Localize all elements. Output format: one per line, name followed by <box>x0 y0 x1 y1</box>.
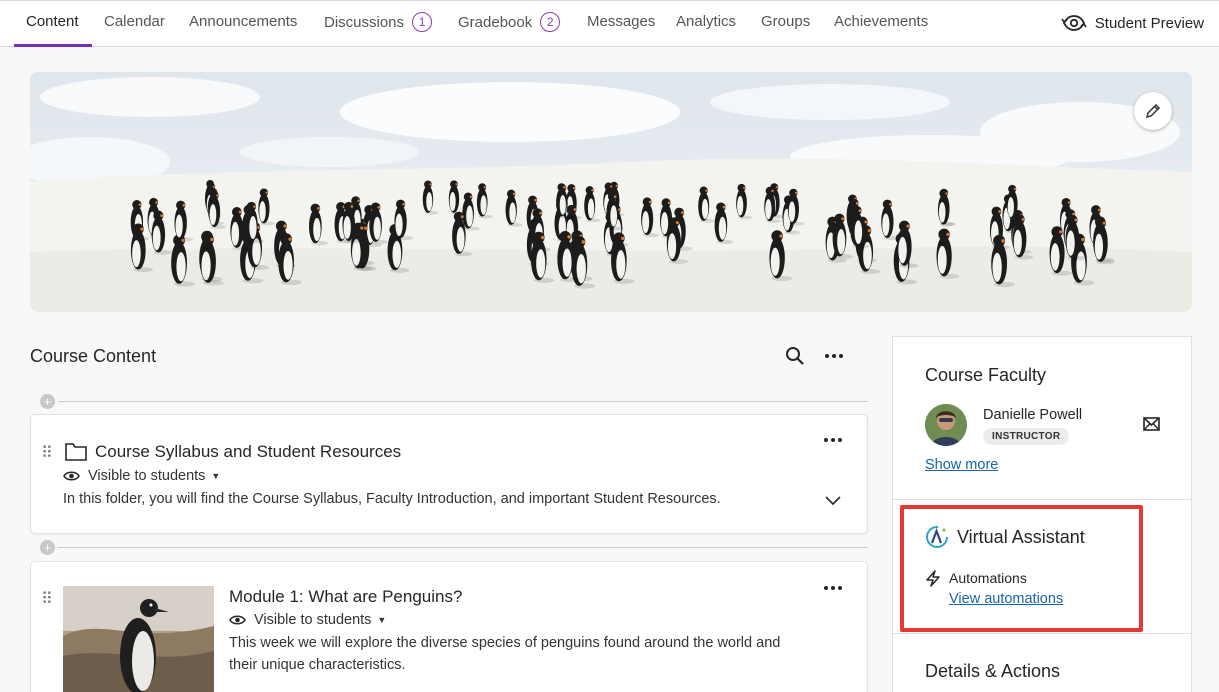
module-thumbnail-image <box>63 586 214 692</box>
search-content-button[interactable] <box>785 346 805 371</box>
item-more-button[interactable] <box>823 433 843 452</box>
drag-handle-icon[interactable]: ⠿ <box>41 443 53 463</box>
tab-analytics[interactable]: Analytics <box>676 13 736 30</box>
tab-achievements[interactable]: Achievements <box>834 13 928 30</box>
tab-label: Content <box>26 13 79 30</box>
tab-messages[interactable]: Messages <box>587 13 655 30</box>
penguin-colony-illustration <box>30 72 1192 312</box>
penguin-thumbnail <box>63 586 214 692</box>
more-horizontal-icon <box>824 586 842 590</box>
content-item-title[interactable]: Module 1: What are Penguins? <box>229 587 462 607</box>
add-content-button[interactable]: + <box>40 540 55 555</box>
show-more-link[interactable]: Show more <box>925 457 998 473</box>
details-actions-heading: Details & Actions <box>925 661 1061 681</box>
lightning-icon <box>926 570 940 587</box>
tab-label: Achievements <box>834 13 929 30</box>
tab-announcements[interactable]: Announcements <box>189 13 297 30</box>
visibility-label: Visible to students <box>254 612 372 628</box>
caret-down-icon: ▼ <box>211 471 221 481</box>
avatar <box>925 404 967 446</box>
virtual-assistant-heading: Virtual Assistant <box>957 527 1085 547</box>
content-item-module: ⠿ Module 1: What are Penguins? Visible t… <box>30 561 868 692</box>
gradebook-count-badge: 2 <box>540 12 561 32</box>
add-content-divider: + <box>40 394 868 409</box>
tab-discussions[interactable]: Discussions 1 <box>324 12 433 32</box>
eye-icon <box>63 471 80 481</box>
tab-label: Messages <box>587 13 656 30</box>
chevron-down-icon <box>825 496 841 506</box>
item-more-button[interactable] <box>823 581 843 600</box>
eye-refresh-icon <box>1061 15 1087 31</box>
active-tab-indicator <box>14 44 92 47</box>
tab-content[interactable]: Content <box>26 13 79 30</box>
divider-line <box>58 547 868 548</box>
visibility-dropdown[interactable]: Visible to students ▼ <box>63 468 220 484</box>
visibility-dropdown[interactable]: Visible to students ▼ <box>229 612 386 628</box>
tab-calendar[interactable]: Calendar <box>104 13 165 30</box>
caret-down-icon: ▼ <box>377 615 387 625</box>
add-content-divider: + <box>40 540 868 555</box>
visibility-label: Visible to students <box>88 468 206 484</box>
content-item-description: In this folder, you will find the Course… <box>63 491 721 507</box>
automations-label: Automations <box>949 570 1027 586</box>
role-badge: INSTRUCTOR <box>983 428 1070 445</box>
folder-icon <box>65 443 87 461</box>
course-banner-image <box>30 72 1192 312</box>
content-item-title[interactable]: Course Syllabus and Student Resources <box>95 442 401 462</box>
divider <box>893 499 1191 500</box>
drag-handle-icon[interactable]: ⠿ <box>41 589 53 609</box>
tab-label: Analytics <box>676 13 737 30</box>
tab-label: Gradebook <box>458 13 533 31</box>
description-line: This week we will explore the diverse sp… <box>229 635 781 651</box>
expand-button[interactable] <box>824 494 842 512</box>
content-item-description: This week we will explore the diverse sp… <box>229 632 780 676</box>
eye-icon <box>229 615 246 625</box>
pencil-icon <box>1145 103 1161 119</box>
edit-banner-button[interactable] <box>1134 92 1172 130</box>
faculty-name[interactable]: Danielle Powell <box>983 407 1082 423</box>
content-item-folder: ⠿ Course Syllabus and Student Resources … <box>30 414 868 534</box>
course-faculty-heading: Course Faculty <box>925 365 1047 385</box>
description-line: their unique characteristics. <box>229 657 406 673</box>
tab-label: Discussions <box>324 13 405 31</box>
tab-gradebook[interactable]: Gradebook 2 <box>458 12 561 32</box>
tab-label: Groups <box>761 13 811 30</box>
envelope-icon <box>1143 417 1160 431</box>
tab-label: Announcements <box>189 13 298 30</box>
tab-groups[interactable]: Groups <box>761 13 810 30</box>
add-content-button[interactable]: + <box>40 394 55 409</box>
divider <box>893 633 1191 634</box>
search-icon <box>786 347 804 365</box>
view-automations-link[interactable]: View automations <box>949 591 1063 607</box>
course-content-more-button[interactable] <box>823 346 845 371</box>
more-horizontal-icon <box>824 438 842 442</box>
course-nav-bar: Content Calendar Announcements Discussio… <box>0 0 1219 47</box>
more-horizontal-icon <box>825 354 843 358</box>
tab-label: Calendar <box>104 13 165 30</box>
student-preview-button[interactable]: Student Preview <box>1061 13 1204 33</box>
virtual-assistant-icon <box>926 526 948 548</box>
course-details-panel: Course Faculty Danielle Powell INSTRUCTO… <box>892 336 1192 692</box>
student-preview-label: Student Preview <box>1094 14 1204 32</box>
course-content-heading: Course Content <box>30 346 157 366</box>
divider-line <box>58 401 868 402</box>
discussions-count-badge: 1 <box>412 12 433 32</box>
send-message-button[interactable] <box>1143 417 1160 436</box>
